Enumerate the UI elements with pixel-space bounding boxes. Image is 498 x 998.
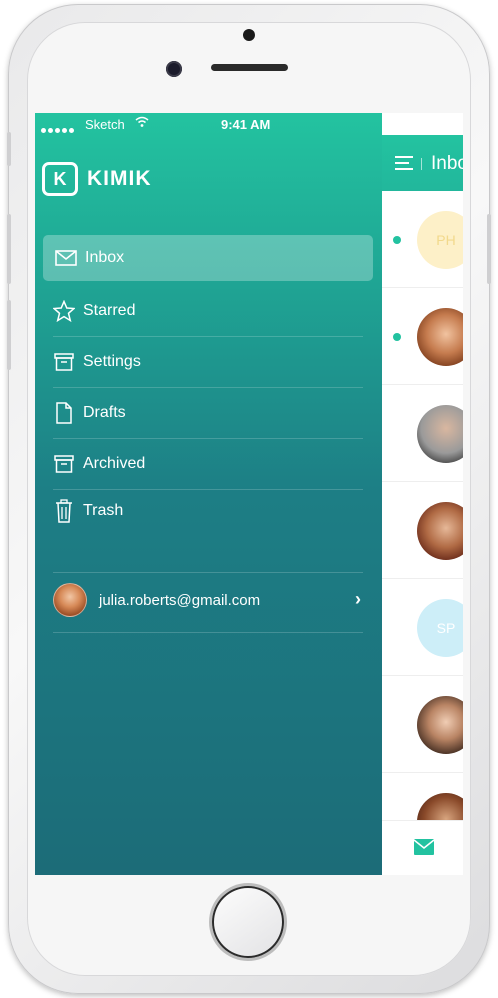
list-item[interactable] bbox=[382, 288, 463, 385]
avatar: PH bbox=[417, 211, 463, 269]
account-email: julia.roberts@gmail.com bbox=[99, 591, 261, 609]
list-item[interactable] bbox=[382, 482, 463, 579]
avatar bbox=[417, 405, 463, 463]
battery-icon bbox=[427, 119, 453, 128]
home-button[interactable] bbox=[212, 886, 284, 958]
side-drawer: K KIMIK Inbox Starred Settings Drafts Ar… bbox=[35, 113, 382, 875]
status-bar: Sketch 9:41 AM 100% bbox=[35, 113, 463, 135]
battery-percent: 100% bbox=[390, 117, 424, 132]
power-button bbox=[487, 214, 491, 284]
screen: K KIMIK Inbox Starred Settings Drafts Ar… bbox=[35, 113, 463, 875]
account-divider-bottom bbox=[53, 632, 363, 633]
menu-item-starred[interactable]: Starred bbox=[53, 286, 363, 336]
menu-item-archived[interactable]: Archived bbox=[53, 439, 363, 489]
trash-icon bbox=[53, 499, 75, 523]
archive-box-icon bbox=[53, 453, 75, 475]
volume-up-button bbox=[7, 214, 11, 284]
hamburger-menu-icon[interactable] bbox=[395, 156, 413, 170]
inbox-header: Inbox bbox=[382, 135, 463, 191]
chevron-right-icon: › bbox=[355, 589, 361, 609]
page-title: Inbox bbox=[431, 153, 463, 174]
envelope-icon[interactable] bbox=[413, 839, 435, 855]
proximity-sensor bbox=[243, 29, 255, 41]
menu-item-label: Settings bbox=[83, 353, 141, 370]
list-item[interactable] bbox=[382, 676, 463, 773]
document-icon bbox=[53, 402, 75, 424]
clock: 9:41 AM bbox=[221, 117, 271, 132]
front-camera bbox=[166, 61, 182, 77]
account-switcher[interactable]: julia.roberts@gmail.com › bbox=[53, 571, 363, 629]
unread-dot bbox=[393, 236, 401, 244]
signal-icon bbox=[41, 121, 81, 133]
volume-down-button bbox=[7, 300, 11, 370]
avatar bbox=[417, 696, 463, 754]
menu-item-trash[interactable]: Trash bbox=[53, 486, 363, 536]
list-item[interactable]: PH bbox=[382, 191, 463, 288]
earpiece-speaker bbox=[211, 64, 288, 71]
logo-mark: K bbox=[42, 162, 78, 196]
envelope-icon bbox=[55, 247, 77, 269]
menu-item-label: Trash bbox=[83, 502, 124, 519]
inbox-preview[interactable]: PH SP bbox=[382, 113, 463, 875]
menu-item-inbox[interactable]: Inbox bbox=[43, 235, 373, 281]
unread-dot bbox=[393, 333, 401, 341]
menu-item-drafts[interactable]: Drafts bbox=[53, 388, 363, 438]
archive-box-icon bbox=[53, 351, 75, 373]
menu-item-label: Starred bbox=[83, 302, 136, 319]
bottom-tab-bar bbox=[382, 820, 463, 875]
menu-item-label: Inbox bbox=[85, 249, 125, 266]
list-item[interactable]: SP bbox=[382, 579, 463, 676]
avatar bbox=[417, 502, 463, 560]
star-icon bbox=[53, 300, 75, 322]
logo-wordmark: KIMIK bbox=[87, 167, 152, 190]
menu-item-label: Drafts bbox=[83, 404, 126, 421]
app-logo: K KIMIK bbox=[42, 162, 152, 196]
menu-item-settings[interactable]: Settings bbox=[53, 337, 363, 387]
list-item[interactable] bbox=[382, 385, 463, 482]
logo-letter: K bbox=[53, 168, 67, 189]
mute-switch bbox=[7, 132, 11, 166]
header-separator bbox=[421, 158, 422, 170]
carrier-label: Sketch bbox=[85, 117, 125, 132]
wifi-icon bbox=[135, 115, 149, 127]
avatar: SP bbox=[417, 599, 463, 657]
menu-item-label: Archived bbox=[83, 455, 146, 472]
avatar bbox=[417, 308, 463, 366]
avatar bbox=[53, 583, 87, 617]
